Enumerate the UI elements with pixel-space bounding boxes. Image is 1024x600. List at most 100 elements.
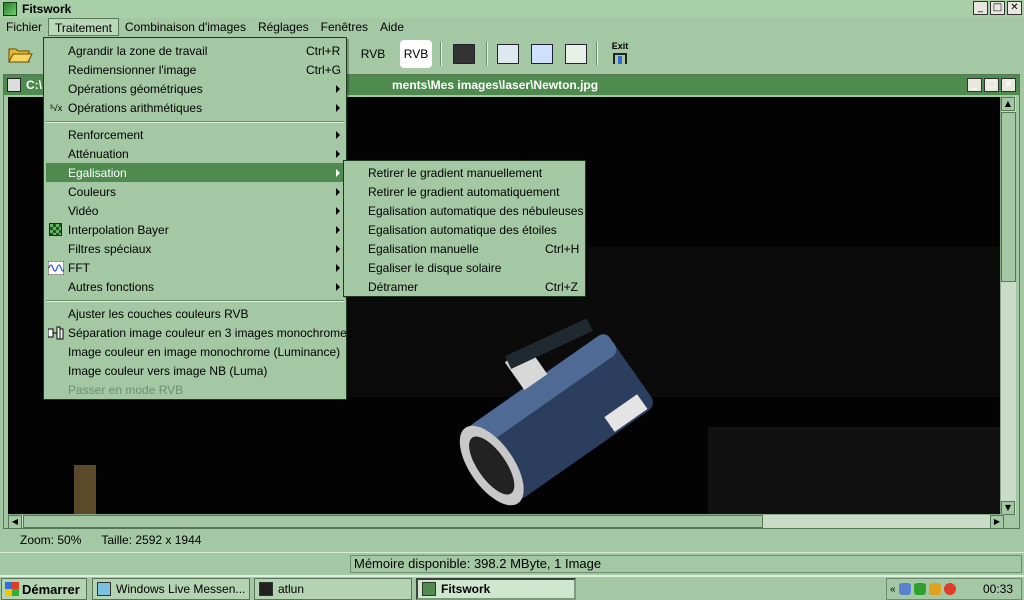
menu-item-separation-image[interactable]: Séparation image couleur en 3 images mon… [46, 323, 353, 342]
menu-item-fft[interactable]: FFT [46, 258, 344, 277]
submenu-item-gradient-manuel[interactable]: Retirer le gradient manuellement [346, 163, 583, 182]
clock: 00:33 [982, 582, 1013, 596]
menu-traitement[interactable]: Traitement [48, 18, 119, 36]
split-channels-icon [47, 326, 64, 340]
fitswork-app-icon[interactable] [3, 2, 17, 16]
toolbar-separator [486, 42, 488, 66]
menu-separator [46, 300, 344, 302]
image-maximize-button[interactable]: □ [984, 78, 999, 92]
menu-combinaison[interactable]: Combinaison d'images [119, 18, 252, 36]
traitement-menu: Agrandir la zone de travail Ctrl+R Redim… [43, 37, 353, 400]
exit-button[interactable]: Exit [606, 40, 634, 68]
scroll-left-button[interactable]: ◀ [8, 515, 22, 529]
vertical-scrollbar[interactable]: ▲ ▼ [1000, 97, 1016, 515]
data-window-icon[interactable] [528, 40, 556, 68]
menu-fenetres[interactable]: Fenêtres [315, 18, 374, 36]
image-window-icon[interactable] [7, 78, 21, 92]
menu-item-operations-geometriques[interactable]: Opérations géométriques [46, 79, 344, 98]
menu-item-agrandir[interactable]: Agrandir la zone de travail Ctrl+R [46, 41, 344, 60]
menu-reglages[interactable]: Réglages [252, 18, 315, 36]
submenu-arrow-icon [336, 84, 340, 93]
menu-item-filtres-speciaux[interactable]: Filtres spéciaux [46, 239, 344, 258]
task-fitswork[interactable]: Fitswork [416, 578, 576, 600]
submenu-arrow-icon [336, 206, 340, 215]
taskbar: Démarrer Windows Live Messen... atlun Fi… [0, 575, 1024, 600]
minimize-button[interactable]: _ [973, 1, 988, 15]
image-window-controls: _ □ ✕ [967, 78, 1016, 92]
zoom-status: Zoom: 50% [20, 533, 82, 547]
menu-item-interpolation-bayer[interactable]: Interpolation Bayer [46, 220, 344, 239]
curve-window-icon[interactable] [494, 40, 522, 68]
menu-aide[interactable]: Aide [374, 18, 410, 36]
network-icon[interactable] [898, 583, 911, 595]
close-button[interactable]: ✕ [1007, 1, 1022, 15]
submenu-arrow-icon [336, 225, 340, 234]
horizontal-scrollbar[interactable]: ◀ ▶ [8, 514, 1004, 529]
fitswork-task-icon [422, 582, 436, 596]
scroll-up-button[interactable]: ▲ [1001, 97, 1015, 111]
image-window-title-left: C:\ [26, 78, 42, 92]
open-folder-icon[interactable] [6, 40, 34, 68]
menu-fichier[interactable]: Fichier [0, 18, 48, 36]
maximize-button[interactable]: □ [990, 1, 1005, 15]
submenu-arrow-icon [336, 263, 340, 272]
histogram-tool-icon[interactable] [450, 40, 478, 68]
submenu-item-egalisation-manuelle[interactable]: Egalisation manuelle Ctrl+H [346, 239, 583, 258]
size-status: Taille: 2592 x 1944 [101, 533, 202, 547]
submenu-item-nebuleuses[interactable]: Egalisation automatique des nébuleuses [346, 201, 583, 220]
submenu-item-gradient-auto[interactable]: Retirer le gradient automatiquement [346, 182, 583, 201]
start-button[interactable]: Démarrer [1, 578, 87, 600]
submenu-item-disque-solaire[interactable]: Egaliser le disque solaire [346, 258, 583, 277]
toolbar-separator [596, 42, 598, 66]
app-title: Fitswork [22, 2, 72, 16]
submenu-arrow-icon [336, 282, 340, 291]
menubar: Fichier Traitement Combinaison d'images … [0, 18, 1024, 36]
task-windows-live-messenger[interactable]: Windows Live Messen... [92, 578, 250, 600]
atlun-icon [259, 582, 273, 596]
app-window-controls: _ □ ✕ [973, 1, 1022, 15]
messenger-tray-icon[interactable] [913, 583, 926, 595]
menu-item-luminance[interactable]: Image couleur en image monochrome (Lumin… [46, 342, 344, 361]
windows-flag-icon [5, 582, 19, 596]
menu-item-redimensionner[interactable]: Redimensionner l'image Ctrl+G [46, 60, 344, 79]
scroll-down-button[interactable]: ▼ [1001, 501, 1015, 515]
menu-item-passer-rvb: Passer en mode RVB [68, 382, 184, 397]
submenu-arrow-icon [336, 187, 340, 196]
menu-item-renforcement[interactable]: Renforcement [46, 125, 344, 144]
menu-item-autres-fonctions[interactable]: Autres fonctions [46, 277, 344, 296]
fft-wave-icon [47, 260, 65, 275]
security-icon[interactable] [928, 583, 941, 595]
app-titlebar: Fitswork _ □ ✕ [0, 0, 1024, 18]
messenger-icon [97, 582, 111, 596]
menu-item-egalisation[interactable]: Egalisation [46, 163, 344, 182]
menu-item-ajuster-couches[interactable]: Ajuster les couches couleurs RVB [46, 304, 344, 323]
rvb-button[interactable]: RVB [358, 40, 388, 68]
menu-item-luma[interactable]: Image couleur vers image NB (Luma) [46, 361, 344, 380]
menu-item-attenuation[interactable]: Atténuation [46, 144, 344, 163]
submenu-item-etoiles[interactable]: Egalisation automatique des étoiles [346, 220, 583, 239]
menu-item-video[interactable]: Vidéo [46, 201, 344, 220]
submenu-arrow-icon [336, 244, 340, 253]
update-icon[interactable] [943, 583, 956, 595]
scroll-right-button[interactable]: ▶ [990, 515, 1004, 529]
tray-expand-icon[interactable]: « [890, 584, 896, 595]
task-label: Windows Live Messen... [116, 582, 246, 596]
menu-item-operations-arithmetiques[interactable]: ³√x Opérations arithmétiques [46, 98, 344, 117]
submenu-arrow-icon [336, 149, 340, 158]
image-minimize-button[interactable]: _ [967, 78, 982, 92]
image-levels-icon[interactable] [562, 40, 590, 68]
toolbar-separator [440, 42, 442, 66]
submenu-item-detramer[interactable]: Détramer Ctrl+Z [346, 277, 583, 296]
submenu-arrow-icon [336, 103, 340, 112]
vertical-scroll-thumb[interactable] [1001, 112, 1016, 282]
task-atlun[interactable]: atlun [254, 578, 412, 600]
memory-status: Mémoire disponible: 398.2 MByte, 1 Image [350, 555, 1022, 573]
task-label: atlun [278, 582, 305, 596]
horizontal-scroll-thumb[interactable] [23, 515, 763, 528]
exit-label: Exit [611, 41, 629, 51]
task-label: Fitswork [441, 582, 491, 596]
image-close-button[interactable]: ✕ [1001, 78, 1016, 92]
rvb-mode-button[interactable]: RVB [400, 40, 432, 68]
bayer-grid-icon [49, 223, 62, 236]
menu-item-couleurs[interactable]: Couleurs [46, 182, 344, 201]
